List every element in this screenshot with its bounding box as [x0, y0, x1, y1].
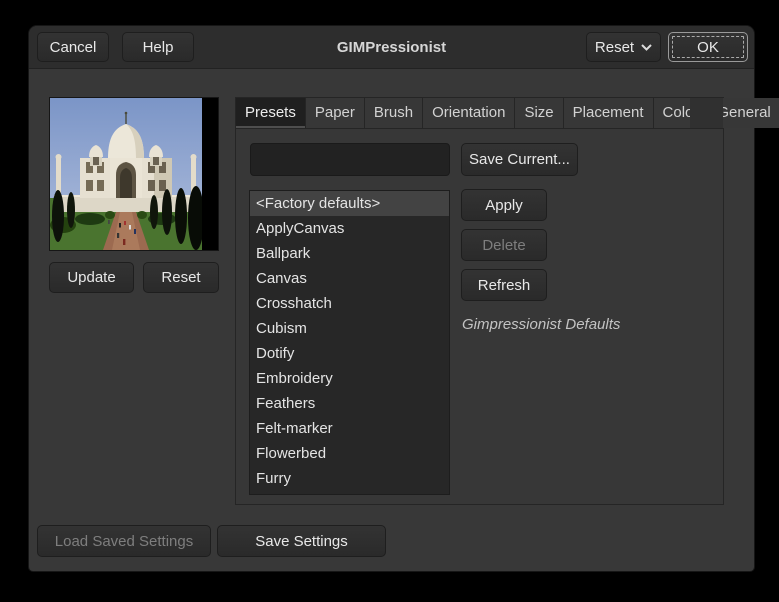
preset-item-feathers[interactable]: Feathers: [250, 391, 449, 416]
tab-strip: Presets Paper Brush Orientation Size Placemen…: [236, 98, 779, 129]
load-saved-settings-button: Load Saved Settings: [37, 525, 211, 557]
preset-item-canvas[interactable]: Canvas: [250, 266, 449, 291]
tab-placement[interactable]: Placement: [563, 98, 654, 128]
preset-item-furry[interactable]: Furry: [250, 466, 449, 491]
preset-item-cubism[interactable]: Cubism: [250, 316, 449, 341]
tab-size[interactable]: Size: [515, 98, 564, 128]
help-button[interactable]: Help: [122, 32, 194, 62]
preset-item-flowerbed[interactable]: Flowerbed: [250, 441, 449, 466]
reset-dropdown-button[interactable]: Reset: [586, 32, 661, 62]
preset-item-ballpark[interactable]: Ballpark: [250, 241, 449, 266]
refresh-button[interactable]: Refresh: [461, 269, 547, 301]
reset-dropdown-label: Reset: [594, 38, 635, 56]
delete-button: Delete: [461, 229, 547, 261]
preset-name-input[interactable]: [250, 143, 450, 176]
tab-paper[interactable]: Paper: [305, 98, 365, 128]
preview-reset-button[interactable]: Reset: [143, 262, 219, 293]
update-button[interactable]: Update: [49, 262, 134, 293]
save-settings-button[interactable]: Save Settings: [217, 525, 386, 557]
cancel-button[interactable]: Cancel: [37, 32, 109, 62]
tabstrip-filler: [690, 98, 723, 129]
presets-page: Save Current... <Factory defaults> ApplyC…: [236, 129, 723, 504]
preset-item-applycanvas[interactable]: ApplyCanvas: [250, 216, 449, 241]
gimpressionist-dialog: GIMPressionist Cancel Help Reset OK Upda…: [28, 25, 779, 572]
save-current-button[interactable]: Save Current...: [461, 143, 578, 176]
tab-orientation[interactable]: Orientation: [423, 98, 516, 128]
preview-frame: [49, 97, 219, 251]
preset-description: Gimpressionist Defaults: [462, 316, 621, 333]
apply-button[interactable]: Apply: [461, 189, 547, 221]
preset-item-felt-marker[interactable]: Felt-marker: [250, 416, 449, 441]
header-bar: GIMPressionist Cancel Help Reset OK: [29, 26, 754, 69]
ok-button[interactable]: OK: [668, 32, 748, 62]
settings-notebook: Presets Paper Brush Orientation Size Placemen…: [235, 97, 779, 505]
preset-item-crosshatch[interactable]: Crosshatch: [250, 291, 449, 316]
preset-list[interactable]: <Factory defaults> ApplyCanvas Ballpark Can…: [249, 190, 450, 495]
tab-presets[interactable]: Presets: [236, 98, 306, 128]
preset-item-embroidery[interactable]: Embroidery: [250, 366, 449, 391]
preset-item-dotify[interactable]: Dotify: [250, 341, 449, 366]
taj-mahal-preview-image: [50, 98, 218, 250]
tab-brush[interactable]: Brush: [364, 98, 424, 128]
preset-item-factory-defaults[interactable]: <Factory defaults>: [250, 191, 449, 216]
chevron-down-icon: [641, 43, 652, 51]
